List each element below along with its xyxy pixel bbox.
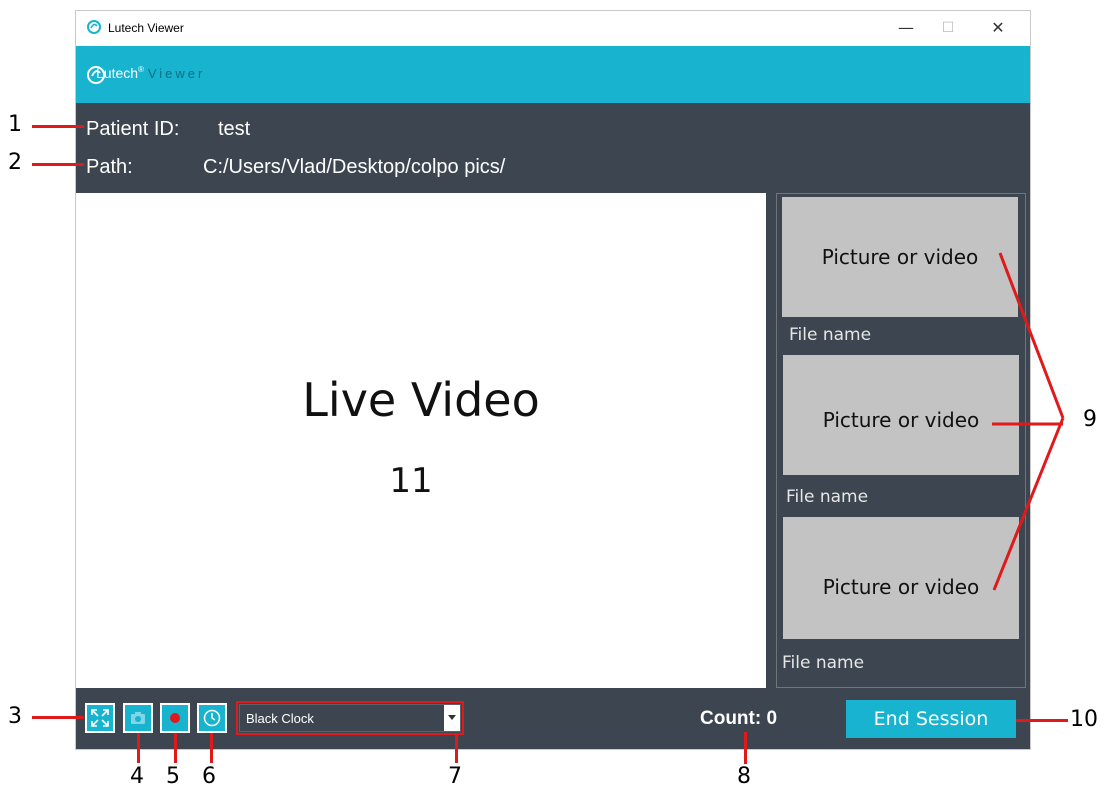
brand-suffix: Viewer: [147, 66, 206, 81]
annotation-line-7: [455, 735, 458, 763]
camera-icon: [131, 712, 145, 724]
annotation-line-2: [32, 163, 84, 166]
record-icon: [170, 713, 180, 723]
annotation-line-1: [32, 125, 84, 128]
live-video-panel[interactable]: Live Video 11: [76, 193, 766, 688]
brand-bar: Lutech® Viewer: [76, 46, 1030, 103]
annotation-7: 7: [448, 764, 462, 789]
maximize-button[interactable]: ☐: [928, 15, 968, 41]
timer-button[interactable]: [197, 703, 227, 733]
annotation-line-8: [744, 732, 747, 764]
annotation-line-5: [174, 733, 177, 763]
fullscreen-icon: [91, 709, 109, 727]
brand-name: Lutech: [96, 65, 139, 81]
snapshot-button[interactable]: [123, 703, 153, 733]
annotation-2: 2: [8, 150, 22, 175]
app-logo-icon: [87, 20, 101, 34]
annotation-bracket-9: [992, 252, 1065, 591]
live-video-counter: 11: [389, 461, 433, 501]
thumbnail-3[interactable]: Picture or video: [783, 517, 1019, 639]
annotation-1: 1: [8, 112, 22, 137]
annotation-line-6: [210, 733, 213, 763]
record-button[interactable]: [160, 703, 190, 733]
close-button[interactable]: ✕: [978, 15, 1018, 41]
title-bar: Lutech Viewer — ☐ ✕: [75, 10, 1031, 46]
window-title: Lutech Viewer: [108, 21, 184, 35]
annotation-3: 3: [8, 704, 22, 729]
annotation-line-10: [1016, 719, 1068, 722]
thumbnail-1[interactable]: Picture or video: [782, 197, 1018, 317]
fullscreen-button[interactable]: [85, 703, 115, 733]
capture-count: Count: 0: [700, 708, 778, 729]
annotation-8: 8: [737, 764, 751, 789]
minimize-button[interactable]: —: [886, 15, 926, 41]
path-label: Path:: [86, 156, 133, 178]
thumbnail-2[interactable]: Picture or video: [783, 355, 1019, 475]
clock-icon: [203, 709, 221, 727]
thumbnail-3-file-name: File name: [782, 653, 865, 673]
live-video-title: Live Video: [302, 373, 540, 427]
brand-logo: Lutech® Viewer: [96, 65, 206, 81]
annotation-4: 4: [130, 764, 144, 789]
patient-id-label: Patient ID:: [86, 118, 180, 140]
annotation-10: 10: [1070, 707, 1098, 732]
annotation-5: 5: [166, 764, 180, 789]
thumbnail-1-file-name: File name: [789, 325, 872, 345]
annotation-6: 6: [202, 764, 216, 789]
path-value: C:/Users/Vlad/Desktop/colpo pics/: [203, 156, 506, 178]
annotation-line-4: [137, 733, 140, 763]
annotation-line-3: [32, 716, 84, 719]
annotation-9: 9: [1083, 407, 1097, 432]
patient-id-value: test: [218, 118, 251, 140]
end-session-button[interactable]: End Session: [846, 700, 1016, 738]
thumbnail-2-file-name: File name: [786, 487, 869, 507]
annotation-box-7: [236, 701, 464, 735]
